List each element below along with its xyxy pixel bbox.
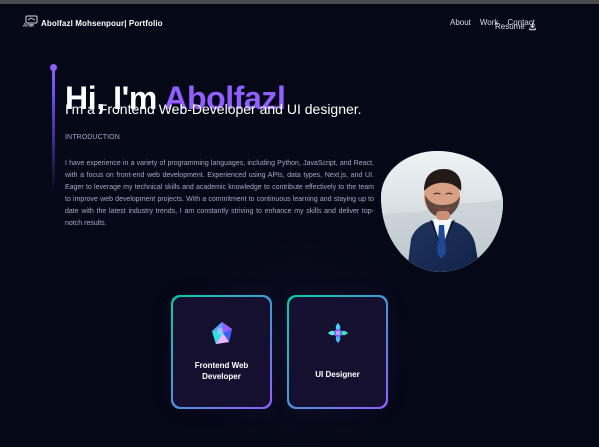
introduction-text: I have experience in a variety of progra… [65, 160, 374, 227]
introduction-label: INTRODUCTION [65, 134, 120, 141]
frontend-icon [212, 322, 232, 344]
ui-designer-card[interactable]: UI Designer [287, 295, 388, 409]
portfolio-page: Artin Abolfazl Mohsenpour| Portfolio Abo… [0, 0, 599, 447]
brand-title[interactable]: Abolfazl Mohsenpour| Portfolio [41, 19, 163, 28]
resume-label: Resume [495, 22, 525, 31]
logo-text: Artin [23, 23, 34, 29]
ui-designer-label: UI Designer [315, 370, 360, 379]
ui-design-icon [328, 323, 348, 343]
resume-download-link[interactable]: Resume [495, 22, 537, 31]
hero-timeline-line [52, 69, 55, 192]
download-icon [529, 22, 536, 31]
profile-photo [381, 151, 503, 272]
frontend-web-developer-label: Frontend Web Developer [194, 361, 249, 381]
navbar: Artin Abolfazl Mohsenpour| Portfolio Abo… [0, 4, 599, 42]
frontend-web-developer-card[interactable]: Frontend Web Developer [171, 295, 272, 409]
ui-designer-card-inner: UI Designer [289, 297, 386, 407]
profile-portrait-image [381, 151, 503, 272]
frontend-web-developer-card-inner: Frontend Web Developer [173, 297, 270, 407]
services-section: Frontend Web Developer UI Designer [171, 295, 389, 409]
hero-subtitle: I'm a Frontend Web-Developer and UI desi… [65, 101, 362, 117]
nav-about-link[interactable]: About [450, 18, 471, 27]
